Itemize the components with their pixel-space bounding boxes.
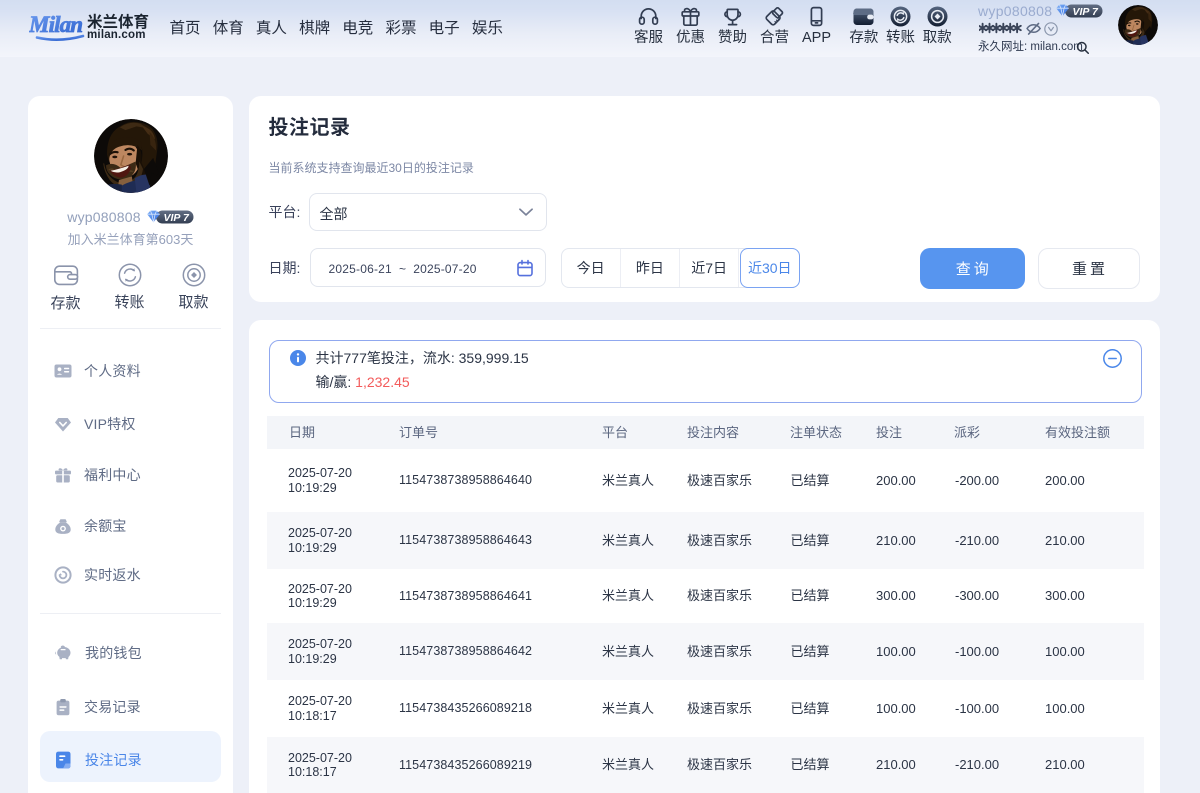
svg-text:Milan: Milan [29, 12, 83, 37]
